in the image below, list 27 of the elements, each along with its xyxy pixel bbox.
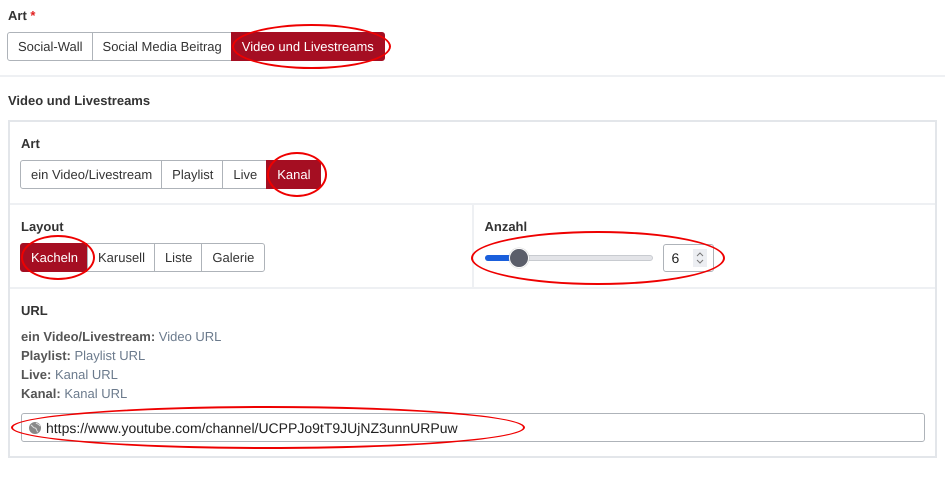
segment-option[interactable]: Kacheln [20,243,89,272]
url-input[interactable]: https://www.youtube.com/channel/UCPPJo9tT9JUjNZ3unnURPuw [21,413,925,442]
segment-option[interactable]: Video und Livestreams [230,32,385,61]
segment-option[interactable]: Social Media Beitrag [92,32,233,61]
spinner-icon[interactable] [693,249,708,267]
hint-text: Live: Kanal URL [21,366,119,384]
segment-option[interactable]: Karusell [86,243,156,272]
segment-option[interactable]: Liste [154,243,204,272]
segment-option[interactable]: Playlist [161,160,224,189]
slider-track[interactable] [484,248,652,268]
field-label: Anzahl [484,219,528,234]
number-input[interactable]: 6 [662,244,714,272]
segment-option[interactable]: Kanal [266,160,322,189]
segment-option[interactable]: Live [222,160,268,189]
segment-option[interactable]: Galerie [201,243,266,272]
segment-option[interactable]: ein Video/Livestream [20,160,164,189]
globe-icon [28,420,42,434]
slider-thumb[interactable] [509,248,530,268]
field-label: Art * [8,8,36,23]
hint-text: Playlist: Playlist URL [21,347,146,365]
hint-text: ein Video/Livestream: Video URL [21,328,222,346]
section-title: Video und Livestreams [8,93,152,108]
hint-text: Kanal: Kanal URL [21,385,128,403]
segment-option[interactable]: Social-Wall [7,32,94,61]
field-label: Layout [21,219,65,234]
field-label: URL [21,303,49,318]
field-label: Art [21,136,41,151]
